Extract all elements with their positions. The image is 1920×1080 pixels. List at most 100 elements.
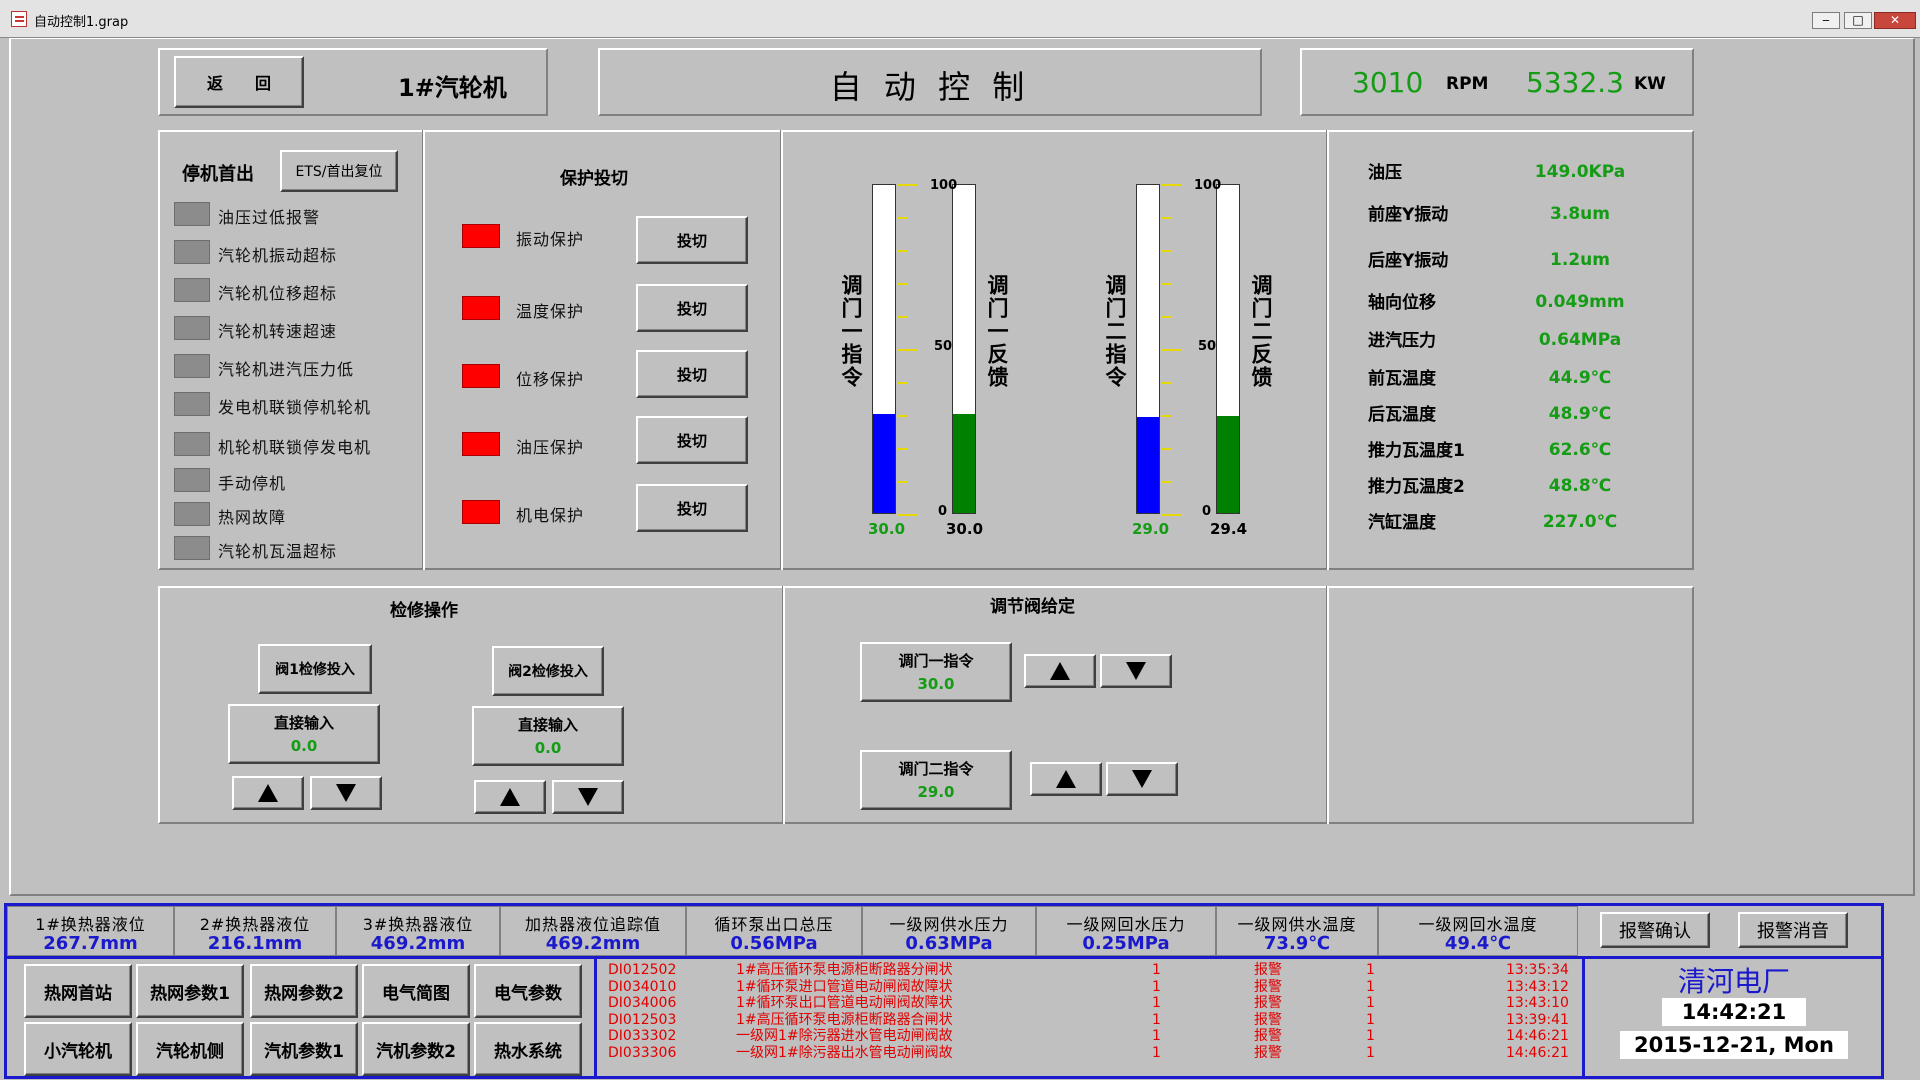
speed-value: 3010 xyxy=(1352,66,1424,99)
valve2-command-input[interactable]: 调门二指令 29.0 xyxy=(860,750,1012,810)
window-titlebar: 自动控制1.grap ‒ □ ✕ xyxy=(0,0,1920,38)
nav-button[interactable]: 电气简图 xyxy=(362,964,470,1018)
divider xyxy=(1326,130,1329,570)
trip-indicator xyxy=(174,432,210,456)
scale-tick xyxy=(898,217,908,219)
minimize-button[interactable]: ‒ xyxy=(1812,12,1840,29)
valve2-down-button[interactable] xyxy=(1106,762,1178,796)
input1-up-button[interactable] xyxy=(232,776,304,810)
power-value: 5332.3 xyxy=(1526,66,1624,99)
valve1-feedback-bar xyxy=(952,184,976,514)
valve2-command-value: 29.0 xyxy=(1132,520,1170,538)
nav-button[interactable]: 热水系统 xyxy=(474,1022,582,1076)
close-button[interactable]: ✕ xyxy=(1874,12,1916,29)
up-arrow-icon xyxy=(1056,770,1076,788)
alarm-mute-button[interactable]: 报警消音 xyxy=(1738,912,1848,948)
scale-tick xyxy=(1162,514,1182,516)
scale-tick xyxy=(898,250,908,252)
alarm-count: 1 xyxy=(1152,1011,1161,1028)
trip-indicator xyxy=(174,502,210,526)
nav-button[interactable]: 热网参数1 xyxy=(136,964,244,1018)
alarm-description: 1#高压循环泵电源柜断路器合闸状 xyxy=(736,1011,953,1028)
alarm-flag: 1 xyxy=(1366,962,1375,978)
valve2-maintenance-button[interactable]: 阀2检修投入 xyxy=(492,646,604,696)
down-arrow-icon xyxy=(1132,770,1152,788)
nav-button[interactable]: 热网参数2 xyxy=(250,964,358,1018)
nav-button[interactable]: 小汽轮机 xyxy=(24,1022,132,1076)
nav-button[interactable]: 汽机参数2 xyxy=(362,1022,470,1076)
protect-status-indicator xyxy=(462,224,500,248)
alarm-time: 13:43:10 xyxy=(1506,995,1569,1011)
direct-input-1-value: 0.0 xyxy=(290,737,318,755)
status-cell-label: 一级网回水压力 xyxy=(1066,915,1186,934)
protect-toggle-button[interactable]: 投切 xyxy=(636,350,748,398)
param-value: 227.0℃ xyxy=(1542,512,1618,532)
status-cell-value: 0.63MPa xyxy=(905,933,993,954)
alarm-state: 报警 xyxy=(1254,1044,1282,1061)
protect-toggle-button[interactable]: 投切 xyxy=(636,416,748,464)
status-cell-label: 2#换热器液位 xyxy=(199,915,311,934)
maximize-button[interactable]: □ xyxy=(1844,12,1872,29)
direct-input-2-value: 0.0 xyxy=(534,739,562,757)
alarm-row: DI033302 一级网1#除污器进水管电动闸阀故 1 报警 1 14:46:21 xyxy=(608,1028,1578,1044)
valve2-up-button[interactable] xyxy=(1030,762,1102,796)
protect-toggle-button[interactable]: 投切 xyxy=(636,284,748,332)
alarm-state: 报警 xyxy=(1254,1028,1282,1044)
trip-item-label: 油压过低报警 xyxy=(218,208,321,227)
nav-button[interactable]: 汽轮机侧 xyxy=(136,1022,244,1076)
valve1-command-input[interactable]: 调门一指令 30.0 xyxy=(860,642,1012,702)
valve1-up-button[interactable] xyxy=(1024,654,1096,688)
input1-down-button[interactable] xyxy=(310,776,382,810)
trip-title: 停机首出 xyxy=(182,164,254,185)
trip-indicator xyxy=(174,468,210,492)
protect-toggle-button[interactable]: 投切 xyxy=(636,484,748,532)
input2-up-button[interactable] xyxy=(474,780,546,814)
alarm-time: 13:43:12 xyxy=(1506,978,1569,995)
scale-tick xyxy=(898,184,918,186)
valve1-command-label: 调门一指令 xyxy=(839,274,863,389)
protect-toggle-button[interactable]: 投切 xyxy=(636,216,748,264)
trip-item-label: 汽轮机振动超标 xyxy=(218,246,338,265)
protect-item-label: 温度保护 xyxy=(516,302,585,321)
valve1-maintenance-button[interactable]: 阀1检修投入 xyxy=(258,644,372,694)
scale-mid-label: 50 xyxy=(1198,339,1217,354)
clock-date: 2015-12-21, Mon xyxy=(1620,1031,1848,1059)
trip-indicator xyxy=(174,202,210,226)
direct-input-2[interactable]: 直接输入 0.0 xyxy=(472,706,624,766)
nav-button[interactable]: 电气参数 xyxy=(474,964,582,1018)
input2-down-button[interactable] xyxy=(552,780,624,814)
status-cell: 2#换热器液位 216.1mm xyxy=(174,906,336,956)
back-button[interactable]: 返 回 xyxy=(174,56,304,108)
alarm-flag: 1 xyxy=(1366,978,1375,995)
alarm-row: DI034006 1#循环泵出口管道电动闸阀故障状 1 报警 1 13:43:10 xyxy=(608,995,1578,1011)
trip-item-label: 机轮机联锁停发电机 xyxy=(218,438,372,457)
alarm-state: 报警 xyxy=(1254,995,1282,1011)
down-arrow-icon xyxy=(1126,662,1146,680)
param-label: 油压 xyxy=(1368,163,1402,183)
valve2-feedback-label: 调门二反馈 xyxy=(1249,274,1273,389)
alarm-row: DI033306 一级网1#除污器出水管电动闸阀故 1 报警 1 14:46:21 xyxy=(608,1045,1578,1061)
param-label: 后瓦温度 xyxy=(1368,405,1436,425)
valve1-down-button[interactable] xyxy=(1100,654,1172,688)
param-value: 1.2um xyxy=(1550,250,1610,270)
valve2-command-label: 调门二指令 xyxy=(898,760,974,778)
valve2-feedback-bar xyxy=(1216,184,1240,514)
alarm-time: 14:46:21 xyxy=(1506,1028,1569,1044)
status-cell-label: 循环泵出口总压 xyxy=(714,915,834,934)
nav-button[interactable]: 汽机参数1 xyxy=(250,1022,358,1076)
nav-button[interactable]: 热网首站 xyxy=(24,964,132,1018)
trip-item-label: 热网故障 xyxy=(218,508,287,527)
direct-input-1[interactable]: 直接输入 0.0 xyxy=(228,704,380,764)
status-cell-value: 0.25MPa xyxy=(1082,933,1170,954)
alarm-ack-button[interactable]: 报警确认 xyxy=(1600,912,1710,948)
protect-title: 保护投切 xyxy=(560,169,628,189)
scale-tick xyxy=(898,481,908,483)
ets-reset-button[interactable]: ETS/首出复位 xyxy=(280,150,398,192)
down-arrow-icon xyxy=(578,788,598,806)
status-cell-value: 0.56MPa xyxy=(730,933,818,954)
trip-indicator xyxy=(174,278,210,302)
maintenance-title: 检修操作 xyxy=(390,601,458,621)
alarm-description: 一级网1#除污器进水管电动闸阀故 xyxy=(736,1028,953,1044)
alarm-code: DI012502 xyxy=(608,962,677,978)
alarm-count: 1 xyxy=(1152,995,1161,1011)
